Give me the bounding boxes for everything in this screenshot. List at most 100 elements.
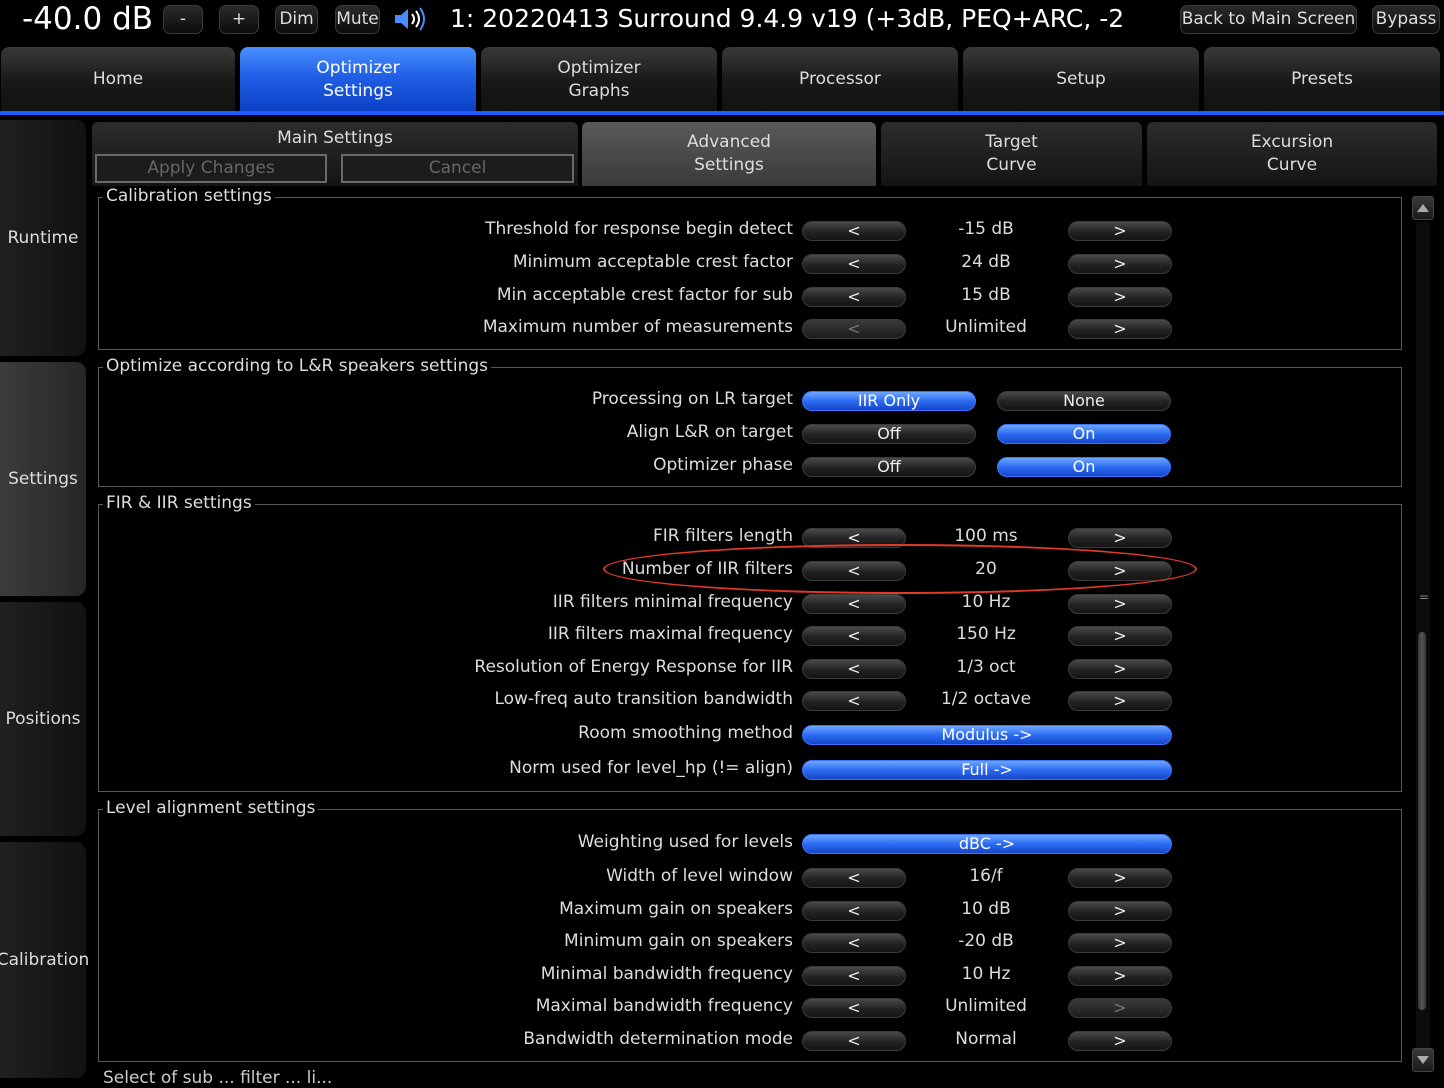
decrement-button[interactable]: < [802, 868, 906, 888]
option-iir-only[interactable]: IIR Only [802, 391, 976, 411]
setting-row: Minimum acceptable crest factor < 24 dB … [99, 250, 1403, 278]
volume-down-button[interactable]: - [163, 5, 203, 34]
setting-label: Maximum gain on speakers [559, 899, 793, 919]
setting-row: IIR filters minimal frequency < 10 Hz > [99, 590, 1403, 618]
settings-content: Calibration settings Threshold for respo… [92, 188, 1410, 1080]
volume-up-button[interactable]: + [219, 5, 259, 34]
scroll-thumb[interactable] [1418, 632, 1426, 1010]
increment-button[interactable]: > [1068, 626, 1172, 646]
group-title: Calibration settings [103, 188, 275, 206]
room-smoothing-selector[interactable]: Modulus -> [802, 725, 1172, 745]
increment-button[interactable]: > [1068, 966, 1172, 986]
setting-row: Width of level window < 16/f > [99, 864, 1403, 892]
sidebar-item-positions[interactable]: Positions [0, 602, 86, 836]
tab-optimizer-settings[interactable]: Optimizer Settings [240, 47, 476, 112]
tab-target-curve[interactable]: Target Curve [881, 122, 1142, 186]
setting-value: 16/f [969, 866, 1003, 886]
setting-row: Minimal bandwidth frequency < 10 Hz > [99, 962, 1403, 990]
calibration-settings-group: Calibration settings Threshold for respo… [98, 188, 1403, 350]
sidebar: Runtime Settings Positions Calibration [0, 118, 89, 1080]
bypass-button[interactable]: Bypass [1372, 5, 1440, 34]
setting-label: FIR filters length [652, 526, 793, 546]
setting-row: Weighting used for levels dBC -> [99, 830, 1403, 858]
increment-button[interactable]: > [1068, 221, 1172, 241]
setting-value: 1/2 octave [940, 689, 1032, 709]
option-off[interactable]: Off [802, 457, 976, 477]
decrement-button[interactable]: < [802, 1031, 906, 1051]
decrement-button[interactable]: < [802, 966, 906, 986]
setting-label: Threshold for response begin detect [485, 219, 793, 239]
setting-value: 24 dB [961, 252, 1011, 272]
sidebar-item-settings[interactable]: Settings [0, 362, 86, 596]
setting-value: Normal [955, 1029, 1017, 1049]
increment-button[interactable]: > [1068, 319, 1172, 339]
speaker-icon[interactable] [393, 6, 427, 32]
decrement-button[interactable]: < [802, 287, 906, 307]
scroll-down-button[interactable] [1412, 1048, 1434, 1072]
setting-row: Bandwidth determination mode < Normal > [99, 1027, 1403, 1055]
option-on[interactable]: On [997, 457, 1171, 477]
decrement-button[interactable]: < [802, 933, 906, 953]
setting-label: Width of level window [606, 866, 793, 886]
sidebar-item-calibration[interactable]: Calibration [0, 842, 89, 1078]
weighting-selector[interactable]: dBC -> [802, 834, 1172, 854]
tab-excursion-curve[interactable]: Excursion Curve [1147, 122, 1437, 186]
back-to-main-button[interactable]: Back to Main Screen [1180, 5, 1357, 34]
tab-presets[interactable]: Presets [1204, 47, 1440, 112]
setting-value: Unlimited [945, 996, 1027, 1016]
setting-label: Minimal bandwidth frequency [540, 964, 793, 984]
decrement-button[interactable]: < [802, 594, 906, 614]
decrement-button[interactable]: < [802, 254, 906, 274]
increment-button[interactable]: > [1068, 254, 1172, 274]
option-off[interactable]: Off [802, 424, 976, 444]
increment-button[interactable]: > [1068, 594, 1172, 614]
decrement-button[interactable]: < [802, 691, 906, 711]
increment-button[interactable]: > [1068, 659, 1172, 679]
tab-setup[interactable]: Setup [963, 47, 1199, 112]
decrement-button[interactable]: < [802, 659, 906, 679]
setting-row: Min acceptable crest factor for sub < 15… [99, 283, 1403, 311]
decrement-button[interactable]: < [802, 998, 906, 1018]
tab-processor[interactable]: Processor [722, 47, 958, 112]
decrement-button[interactable]: < [802, 626, 906, 646]
sidebar-item-runtime[interactable]: Runtime [0, 120, 86, 356]
setting-label: Weighting used for levels [577, 832, 793, 852]
increment-button[interactable]: > [1068, 691, 1172, 711]
setting-value: -20 dB [958, 931, 1014, 951]
increment-button[interactable]: > [1068, 1031, 1172, 1051]
scrollbar[interactable]: = [1412, 192, 1436, 1076]
setting-label: Minimum gain on speakers [564, 931, 793, 951]
group-title: Optimize according to L&R speakers setti… [103, 356, 491, 376]
tab-home[interactable]: Home [1, 47, 235, 112]
setting-row: Threshold for response begin detect < -1… [99, 217, 1403, 245]
increment-button[interactable]: > [1068, 287, 1172, 307]
increment-button[interactable]: > [1068, 528, 1172, 548]
dim-button[interactable]: Dim [275, 5, 318, 34]
tab-optimizer-graphs[interactable]: Optimizer Graphs [481, 47, 717, 112]
preset-title: 1: 20220413 Surround 9.4.9 v19 (+3dB, PE… [450, 4, 1125, 33]
tab-main-settings[interactable]: Main Settings Apply Changes Cancel [92, 122, 578, 186]
setting-row: Resolution of Energy Response for IIR < … [99, 655, 1403, 683]
mute-button[interactable]: Mute [335, 5, 380, 34]
decrement-button[interactable]: < [802, 221, 906, 241]
option-none[interactable]: None [997, 391, 1171, 411]
apply-changes-button[interactable]: Apply Changes [95, 154, 327, 183]
arrow-down-icon [1417, 1056, 1429, 1064]
increment-button[interactable]: > [1068, 901, 1172, 921]
setting-label: Processing on LR target [591, 389, 793, 409]
increment-button[interactable]: > [1068, 868, 1172, 888]
increment-button[interactable]: > [1068, 933, 1172, 953]
decrement-button[interactable]: < [802, 319, 906, 339]
tab-advanced-settings[interactable]: Advanced Settings [582, 122, 876, 186]
setting-row: Optimizer phase Off On [99, 453, 1403, 481]
option-on[interactable]: On [997, 424, 1171, 444]
scroll-track[interactable] [1416, 222, 1430, 1048]
norm-level-selector[interactable]: Full -> [802, 760, 1172, 780]
cancel-button[interactable]: Cancel [341, 154, 574, 183]
setting-row: Maximum gain on speakers < 10 dB > [99, 897, 1403, 925]
increment-button[interactable]: > [1068, 998, 1172, 1018]
setting-value: 100 ms [954, 526, 1018, 546]
decrement-button[interactable]: < [802, 901, 906, 921]
scroll-up-button[interactable] [1412, 196, 1434, 220]
main-tabs: Home Optimizer Settings Optimizer Graphs… [0, 45, 1444, 115]
